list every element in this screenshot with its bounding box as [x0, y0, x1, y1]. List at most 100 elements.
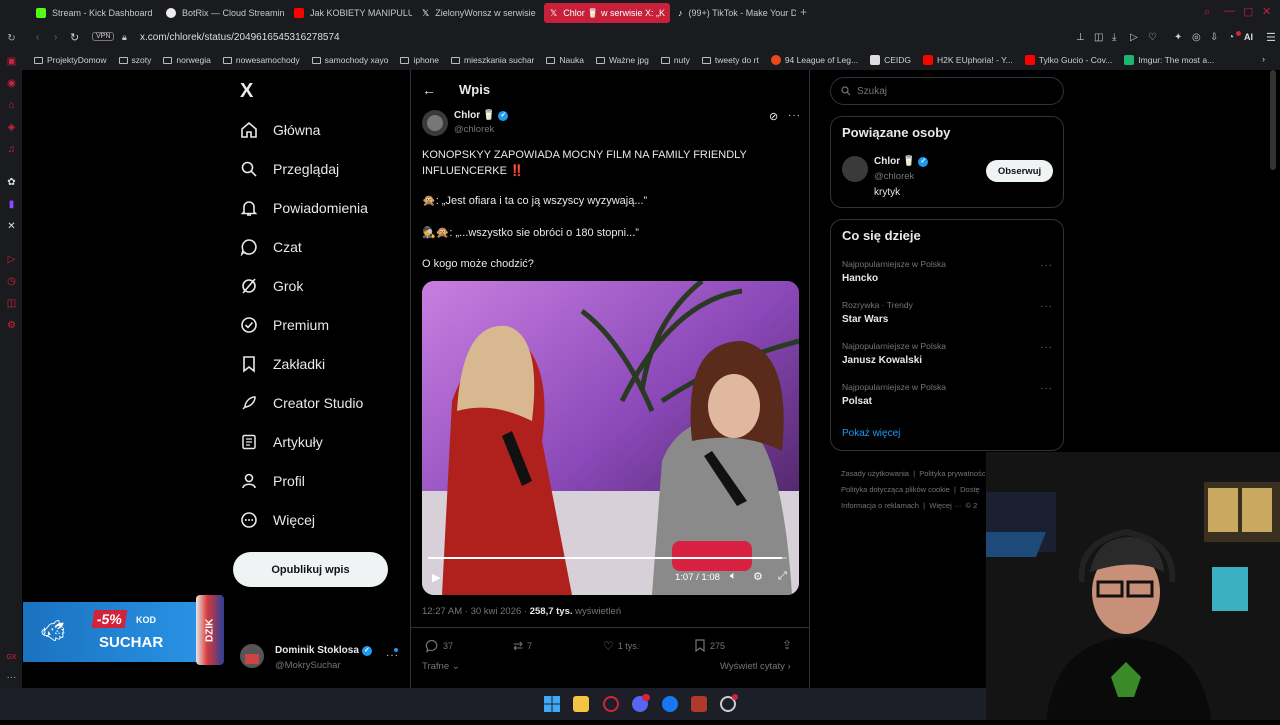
tab-x-chlor[interactable]: 𝕏 Chlor 🥛 w serwisie X: „K — [544, 3, 670, 23]
play-icon[interactable]: ▷ — [1130, 32, 1138, 43]
bookmark-link[interactable]: Imgur: The most a... — [1124, 55, 1214, 65]
aria-icon[interactable]: ◉ — [6, 78, 17, 89]
heart-icon[interactable]: ♡ — [1148, 32, 1157, 43]
bookmark-link[interactable]: CEIDG — [870, 55, 911, 65]
ai-button[interactable]: AI — [1244, 32, 1253, 42]
start-icon[interactable] — [544, 696, 560, 712]
bookmark-folder[interactable]: ProjektyDomow — [34, 55, 107, 65]
facebook-icon[interactable] — [662, 696, 678, 712]
tab-kick[interactable]: Stream - Kick Dashboard — [30, 3, 158, 23]
bookmark-folder[interactable]: mieszkania suchar — [451, 55, 534, 65]
close-icon[interactable]: ✕ — [1262, 5, 1271, 18]
snapshot-icon[interactable]: ▣ — [6, 56, 17, 67]
related-avatar[interactable] — [842, 156, 868, 182]
bookmark-folder[interactable]: szoty — [118, 55, 151, 65]
author-avatar[interactable] — [422, 110, 448, 136]
footer-link[interactable]: Dostę — [960, 485, 980, 494]
grok-icon[interactable]: ⊘ — [769, 110, 778, 123]
footer-link[interactable]: Polityka prywatności — [919, 469, 986, 478]
more-icon[interactable]: ··· — [6, 672, 17, 683]
footer-link[interactable]: Informacja o reklamach — [841, 501, 919, 510]
nav-chat[interactable]: Czat — [240, 235, 302, 259]
tab-youtube[interactable]: Jak KOBIETY MANIPULU... — [288, 3, 412, 23]
related-name[interactable]: Chlor 🥛 ✓ — [874, 156, 929, 167]
bookmark-folder[interactable]: Ważne jpg — [595, 55, 649, 65]
bookmark-link[interactable]: Tylko Gucio - Cov... — [1024, 55, 1112, 65]
tab-botrix[interactable]: BotRix — Cloud Streaming — [160, 3, 284, 23]
bookmark-folder[interactable]: Nauka — [546, 55, 584, 65]
nav-articles[interactable]: Artykuły — [240, 430, 323, 454]
like-button[interactable]: ♡ 1 tys. — [603, 639, 639, 653]
nav-grok[interactable]: Grok — [240, 274, 303, 298]
video-player[interactable]: ▶ 1:07 / 1:08 🔈︎ ⚙ ⤢ — [422, 281, 799, 595]
bookmark-folder[interactable]: nuty — [660, 55, 690, 65]
back-arrow-icon[interactable]: ← — [422, 82, 436, 98]
trend-item[interactable]: Rozrywka · Trendy Star Wars — [842, 300, 1042, 325]
fullscreen-icon[interactable]: ⤢ — [778, 570, 787, 583]
pinboard-icon[interactable]: ◫ — [6, 298, 17, 309]
file-explorer-icon[interactable] — [573, 696, 589, 712]
pin-icon[interactable]: ⊥ — [1076, 32, 1085, 43]
video-progress-track[interactable] — [428, 557, 787, 559]
bookmark-folder[interactable]: tweety do rt — [701, 55, 759, 65]
twitch-icon[interactable]: ▮ — [6, 199, 17, 210]
back-icon[interactable]: ‹ — [36, 32, 39, 43]
view-quotes-link[interactable]: Wyświetl cytaty › — [720, 661, 791, 672]
tab-x-zielony[interactable]: 𝕏 ZielonyWonsz w serwisie — [416, 3, 540, 23]
new-tab-button[interactable]: + — [800, 5, 807, 19]
url-text[interactable]: x.com/chlorek/status/2049616545316278574 — [140, 32, 340, 43]
reload-icon[interactable]: ↻ — [6, 33, 17, 44]
extensions-icon[interactable]: ✦ — [1174, 32, 1182, 43]
nav-notifications[interactable]: Powiadomienia — [240, 196, 368, 220]
tab-tiktok[interactable]: ♪ (99+) TikTok - Make Your D — [672, 3, 796, 23]
footer-link[interactable]: Polityka dotycząca plików cookie — [841, 485, 950, 494]
nav-more[interactable]: Więcej — [240, 508, 315, 532]
wallet-icon[interactable]: ⌂ — [6, 100, 17, 111]
trend-menu-icon[interactable]: ··· — [1040, 383, 1053, 394]
nav-explore[interactable]: Przeglądaj — [240, 157, 339, 181]
bookmark-folder[interactable]: nowesamochody — [222, 55, 300, 65]
maximize-icon[interactable]: ▢ — [1243, 5, 1253, 18]
nav-creator-studio[interactable]: Creator Studio — [240, 391, 363, 415]
show-more-link[interactable]: Pokaż więcej — [842, 428, 900, 439]
snapshot-icon[interactable]: ◫ — [1094, 32, 1103, 43]
bookmark-folder[interactable]: iphone — [400, 55, 439, 65]
menu-icon[interactable]: ☰ — [1266, 31, 1276, 44]
trend-menu-icon[interactable]: ··· — [1040, 342, 1053, 353]
messenger-icon[interactable]: ◈ — [6, 122, 17, 133]
volume-icon[interactable]: 🔈︎ — [730, 570, 737, 583]
account-icon[interactable]: ◔ — [1228, 32, 1234, 43]
bookmark-link[interactable]: 94 League of Leg... — [770, 55, 858, 65]
settings-icon[interactable]: ⚙ — [6, 320, 17, 331]
reload-icon[interactable]: ↻ — [70, 31, 79, 44]
bookmark-folder[interactable]: norwegia — [163, 55, 211, 65]
download-icon[interactable]: ⤓ — [1112, 32, 1116, 43]
search-tabs-icon[interactable]: ⌕ — [1204, 6, 1210, 19]
x-icon[interactable]: ✕ — [6, 221, 17, 232]
downloads-icon[interactable]: ⇩ — [1210, 32, 1218, 43]
post-button[interactable]: Opublikuj wpis — [233, 552, 388, 587]
trend-item[interactable]: Najpopularniejsze w Polska Polsat — [842, 382, 1042, 407]
gx-icon[interactable]: GX — [6, 652, 17, 663]
author-name[interactable]: Chlor 🥛 ✓ — [454, 110, 509, 121]
trend-item[interactable]: Najpopularniejsze w Polska Janusz Kowalsk… — [842, 341, 1042, 366]
brave-icon[interactable] — [691, 696, 707, 712]
footer-link[interactable]: Więcej ··· — [929, 501, 961, 510]
trend-menu-icon[interactable]: ··· — [1040, 301, 1053, 312]
forward-icon[interactable]: › — [54, 32, 57, 43]
play-icon[interactable]: ▶ — [432, 571, 440, 584]
bookmark-button[interactable]: 275 — [694, 639, 725, 652]
easy-setup-icon[interactable]: ◎ — [1192, 32, 1201, 43]
history-icon[interactable]: ◷ — [6, 276, 17, 287]
reply-button[interactable]: 37 — [425, 639, 453, 653]
share-icon[interactable]: ⇪ — [782, 638, 792, 652]
sort-dropdown[interactable]: Trafne ⌄ — [422, 661, 460, 672]
player-icon[interactable]: ▷ — [6, 254, 17, 265]
avatar[interactable] — [240, 644, 264, 668]
minimize-icon[interactable]: — — [1224, 5, 1235, 17]
follow-button[interactable]: Obserwuj — [986, 160, 1053, 182]
settings-icon[interactable]: ⚙ — [753, 570, 763, 583]
music-icon[interactable]: ♫ — [6, 144, 17, 155]
x-logo[interactable]: X — [240, 80, 253, 103]
footer-link[interactable]: Zasady użytkowania — [841, 469, 909, 478]
